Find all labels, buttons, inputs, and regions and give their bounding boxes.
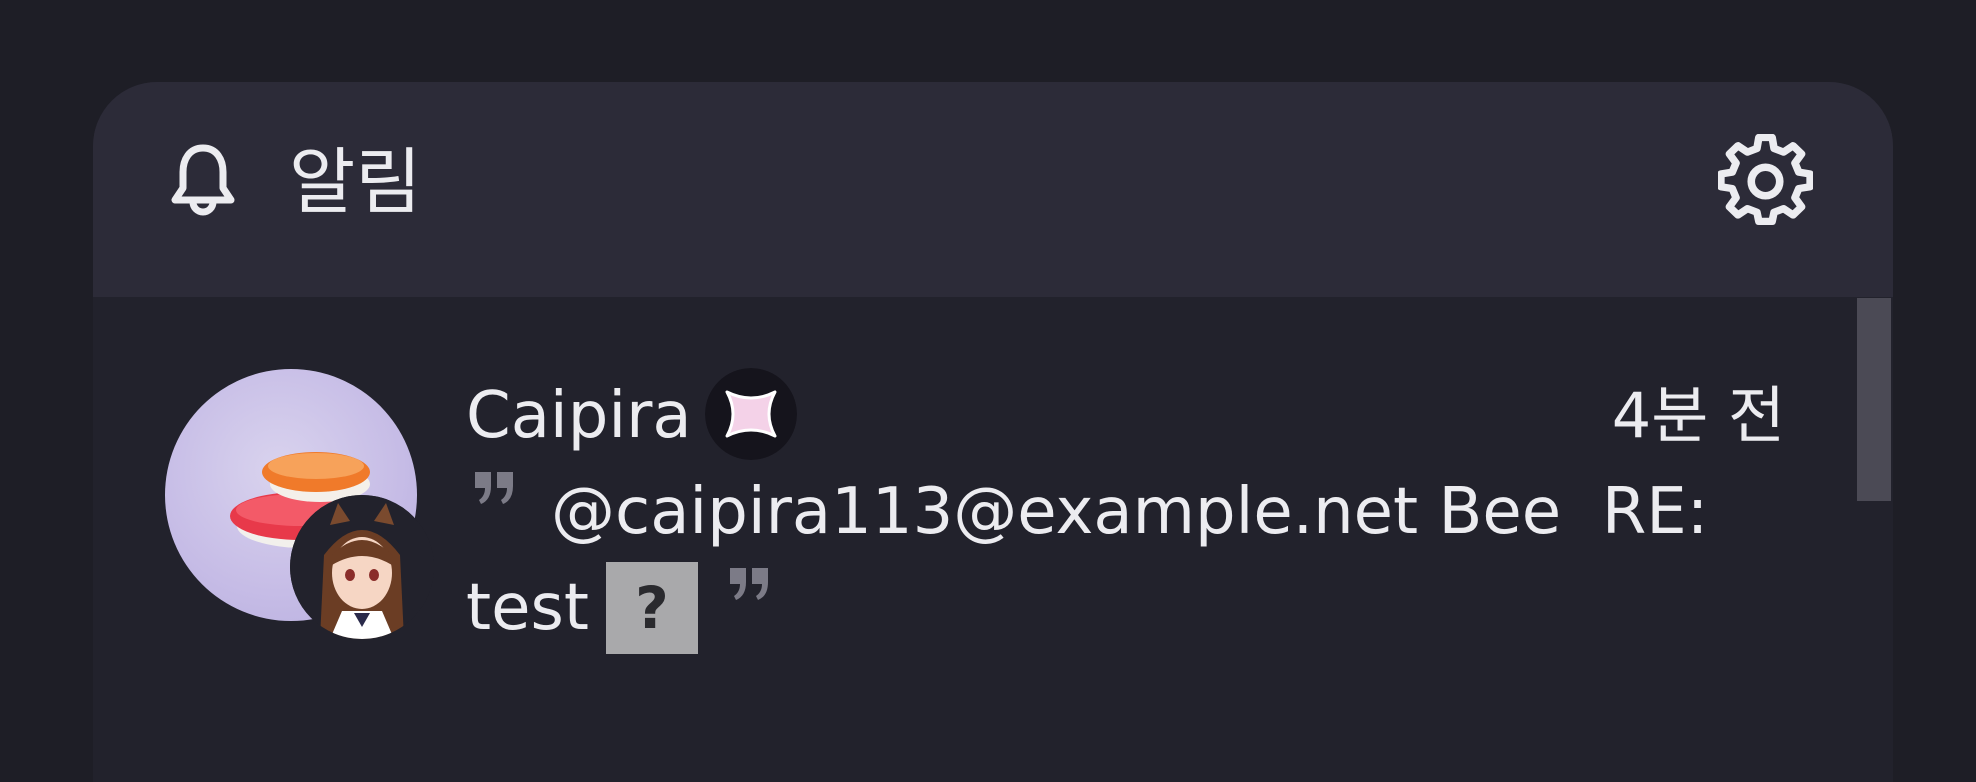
page-title: 알림	[289, 140, 422, 224]
quote-close-icon	[730, 568, 768, 600]
notification-text-line1: @caipira113@example.net Bee RE:	[551, 475, 1709, 549]
gear-icon[interactable]	[1718, 134, 1813, 229]
notifications-panel: 알림 Caipira 4분 전 @caipira113@example.net …	[93, 82, 1893, 782]
notification-text-line2: test	[466, 571, 589, 645]
sparkle-badge-icon	[705, 368, 797, 460]
user-name[interactable]: Caipira	[466, 376, 692, 456]
bell-icon	[171, 144, 235, 216]
unknown-emoji-icon: ?	[606, 562, 698, 654]
panel-header: 알림	[93, 82, 1893, 297]
anime-girl-avatar	[290, 495, 434, 639]
scrollbar-thumb[interactable]	[1857, 298, 1891, 501]
sub-avatar[interactable]	[290, 495, 434, 639]
quote-open-icon	[475, 472, 513, 504]
timestamp: 4분 전	[1611, 379, 1785, 452]
